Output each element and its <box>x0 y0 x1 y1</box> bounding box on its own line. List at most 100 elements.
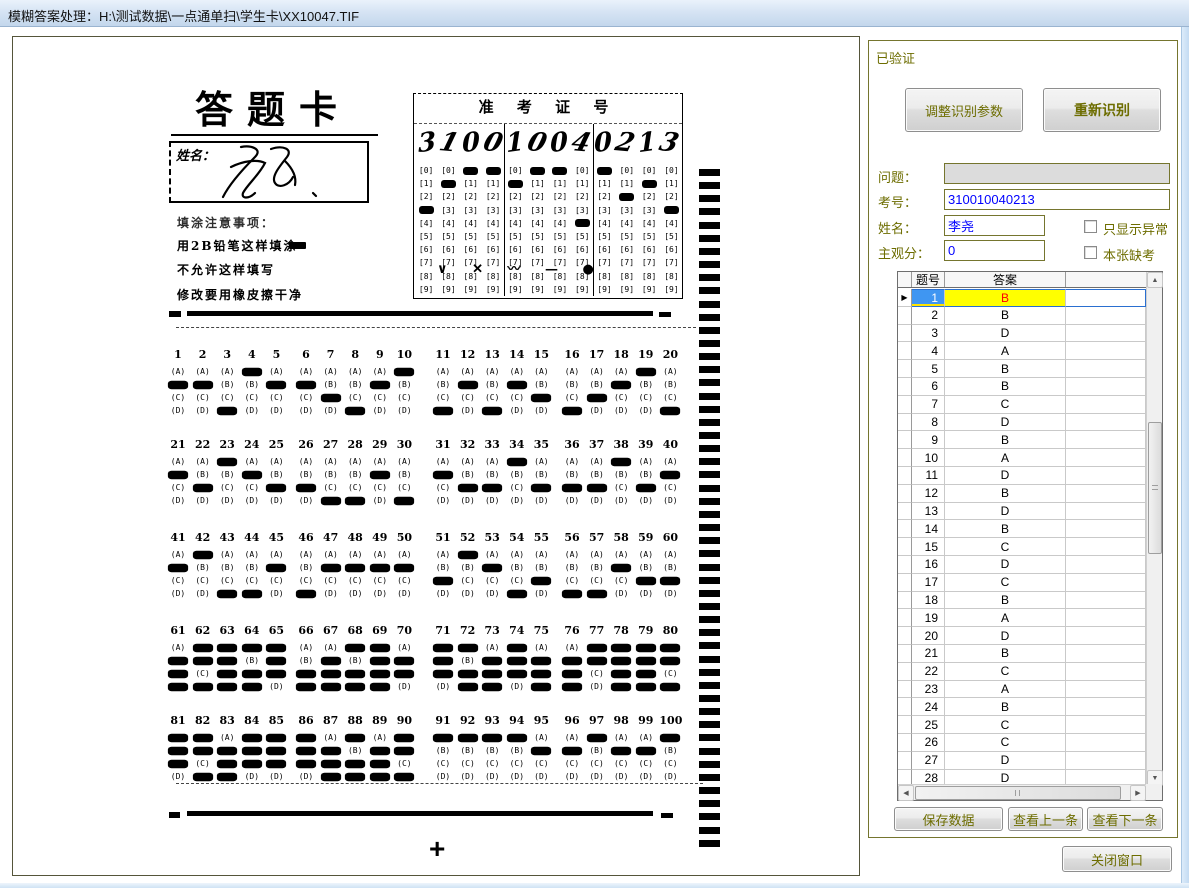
table-row[interactable]: 3D <box>898 325 1146 343</box>
horizontal-scrollbar[interactable]: ◀ ▶ <box>898 784 1146 800</box>
answer-cell[interactable]: D <box>945 556 1066 574</box>
table-row[interactable]: 27D <box>898 752 1146 770</box>
question-no-cell[interactable]: 14 <box>912 520 945 538</box>
table-row[interactable]: 20D <box>898 627 1146 645</box>
question-no-cell[interactable]: 8 <box>912 414 945 432</box>
answer-cell[interactable]: B <box>945 698 1066 716</box>
answer-cell[interactable]: D <box>945 627 1066 645</box>
table-row[interactable]: 22C <box>898 663 1146 681</box>
question-no-cell[interactable]: 6 <box>912 378 945 396</box>
question-no-cell[interactable]: 4 <box>912 342 945 360</box>
table-row[interactable]: 9B <box>898 431 1146 449</box>
table-row[interactable]: 6B <box>898 378 1146 396</box>
answer-cell[interactable]: A <box>945 681 1066 699</box>
table-row[interactable]: 23A <box>898 681 1146 699</box>
answer-cell[interactable]: C <box>945 734 1066 752</box>
table-row[interactable]: 4A <box>898 342 1146 360</box>
table-row[interactable]: 13D <box>898 503 1146 521</box>
table-row[interactable]: 18B <box>898 592 1146 610</box>
question-no-cell[interactable]: 18 <box>912 592 945 610</box>
view-next-button[interactable]: 查看下一条 <box>1087 807 1163 831</box>
answer-cell[interactable]: D <box>945 467 1066 485</box>
question-no-cell[interactable]: 21 <box>912 645 945 663</box>
answer-cell[interactable]: B <box>945 360 1066 378</box>
answer-cell[interactable]: B <box>945 307 1066 325</box>
question-no-cell[interactable]: 7 <box>912 396 945 414</box>
close-window-button[interactable]: 关闭窗口 <box>1062 846 1172 872</box>
question-no-cell[interactable]: 19 <box>912 609 945 627</box>
answer-cell[interactable]: A <box>945 342 1066 360</box>
rerecognize-button[interactable]: 重新识别 <box>1043 88 1161 132</box>
answer-cell[interactable]: B <box>945 485 1066 503</box>
answer-cell[interactable]: B <box>945 592 1066 610</box>
table-row[interactable]: 25C <box>898 716 1146 734</box>
answer-cell[interactable]: D <box>945 325 1066 343</box>
answer-cell[interactable]: C <box>945 716 1066 734</box>
table-row[interactable]: 19A <box>898 609 1146 627</box>
question-no-cell[interactable]: 5 <box>912 360 945 378</box>
answer-cell[interactable]: C <box>945 663 1066 681</box>
answer-cell[interactable]: B <box>945 289 1066 307</box>
table-row[interactable]: 16D <box>898 556 1146 574</box>
answer-cell[interactable]: B <box>945 431 1066 449</box>
table-row[interactable]: 11D <box>898 467 1146 485</box>
problem-input[interactable] <box>944 163 1170 184</box>
question-no-cell[interactable]: 15 <box>912 538 945 556</box>
question-no-cell[interactable]: 25 <box>912 716 945 734</box>
question-no-cell[interactable]: 17 <box>912 574 945 592</box>
absent-checkbox[interactable] <box>1084 246 1097 259</box>
table-row[interactable]: 15C <box>898 538 1146 556</box>
name-input[interactable] <box>944 215 1045 236</box>
question-no-cell[interactable]: 16 <box>912 556 945 574</box>
question-no-cell[interactable]: 11 <box>912 467 945 485</box>
answer-cell[interactable]: B <box>945 645 1066 663</box>
exam-no-input[interactable] <box>944 189 1170 210</box>
save-data-button[interactable]: 保存数据 <box>894 807 1003 831</box>
table-row[interactable]: 12B <box>898 485 1146 503</box>
answer-cell[interactable]: A <box>945 449 1066 467</box>
table-row[interactable]: 14B <box>898 520 1146 538</box>
question-no-cell[interactable]: 22 <box>912 663 945 681</box>
table-row[interactable]: 7C <box>898 396 1146 414</box>
question-no-cell[interactable]: 2 <box>912 307 945 325</box>
table-row[interactable]: 2B <box>898 307 1146 325</box>
scroll-up-icon[interactable]: ▲ <box>1147 272 1163 288</box>
view-previous-button[interactable]: 查看上一条 <box>1008 807 1083 831</box>
question-no-cell[interactable]: 1 <box>912 289 945 307</box>
answer-cell[interactable]: D <box>945 503 1066 521</box>
vertical-scroll-thumb[interactable] <box>1148 422 1162 554</box>
answer-cell[interactable]: C <box>945 574 1066 592</box>
question-no-cell[interactable]: 12 <box>912 485 945 503</box>
table-row[interactable]: 5B <box>898 360 1146 378</box>
table-row[interactable]: 17C <box>898 574 1146 592</box>
table-row[interactable]: 24B <box>898 698 1146 716</box>
answer-table[interactable]: 题号 答案 ▶1B2B3D4A5B6B7C8D9B10A11D12B13D14B… <box>897 271 1163 801</box>
scroll-right-icon[interactable]: ▶ <box>1130 785 1146 801</box>
question-no-cell[interactable]: 9 <box>912 431 945 449</box>
scan-image-viewer[interactable]: 答题卡 姓名： 填涂注意事项： 用2B铅笔这样填涂 不允许这样填写 ∨ ✕ 〰 … <box>12 36 860 876</box>
table-row[interactable]: 21B <box>898 645 1146 663</box>
question-no-cell[interactable]: 3 <box>912 325 945 343</box>
answer-cell[interactable]: B <box>945 378 1066 396</box>
answer-cell[interactable]: D <box>945 414 1066 432</box>
table-row[interactable]: ▶1B <box>898 289 1146 307</box>
question-no-cell[interactable]: 20 <box>912 627 945 645</box>
question-no-cell[interactable]: 10 <box>912 449 945 467</box>
question-no-cell[interactable]: 13 <box>912 503 945 521</box>
answer-cell[interactable]: C <box>945 538 1066 556</box>
answer-cell[interactable]: C <box>945 396 1066 414</box>
title-bar[interactable]: 模糊答案处理：H:\测试数据\一点通单扫\学生卡\XX10047.TIF <box>0 0 1189 27</box>
question-no-cell[interactable]: 24 <box>912 698 945 716</box>
scroll-left-icon[interactable]: ◀ <box>898 785 914 801</box>
horizontal-scroll-thumb[interactable] <box>915 786 1121 800</box>
table-row[interactable]: 10A <box>898 449 1146 467</box>
vertical-scrollbar[interactable]: ▲ ▼ <box>1146 272 1162 786</box>
table-row[interactable]: 26C <box>898 734 1146 752</box>
question-no-cell[interactable]: 26 <box>912 734 945 752</box>
answer-cell[interactable]: D <box>945 752 1066 770</box>
adjust-params-button[interactable]: 调整识别参数 <box>905 88 1023 132</box>
subjective-score-input[interactable] <box>944 240 1045 261</box>
answer-cell[interactable]: A <box>945 609 1066 627</box>
table-row[interactable]: 8D <box>898 414 1146 432</box>
abnormal-only-checkbox[interactable] <box>1084 220 1097 233</box>
